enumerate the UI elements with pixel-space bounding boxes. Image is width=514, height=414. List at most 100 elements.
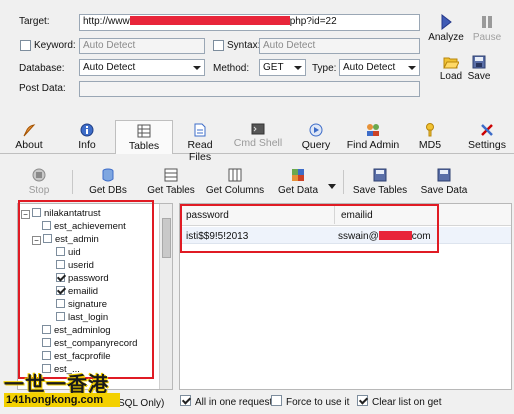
- clear-list-label: Clear list on get: [372, 397, 442, 408]
- keyword-label: Keyword:: [34, 40, 76, 51]
- chevron-down-icon: [408, 66, 416, 70]
- toolbar-separator: [72, 170, 73, 194]
- table-icon: [164, 168, 178, 182]
- database-select-value: Auto Detect: [83, 62, 136, 73]
- type-select-value: Auto Detect: [343, 62, 396, 73]
- syntax-input[interactable]: Auto Detect: [259, 38, 420, 54]
- target-label: Target:: [19, 16, 50, 27]
- scrollbar-thumb[interactable]: [162, 218, 171, 258]
- database-icon: [102, 168, 114, 182]
- tree-scrollbar[interactable]: [159, 204, 172, 389]
- type-select[interactable]: Auto Detect: [339, 59, 420, 76]
- method-label: Method:: [213, 63, 250, 74]
- chevron-down-icon: [193, 66, 201, 70]
- force-checkbox[interactable]: [271, 395, 282, 406]
- keyword-input[interactable]: Auto Detect: [79, 38, 205, 54]
- highlight-box-grid: [180, 204, 439, 253]
- tab-about-label: About: [15, 139, 43, 151]
- file-icon: [194, 123, 206, 137]
- key-icon: [426, 123, 434, 137]
- database-select[interactable]: Auto Detect: [79, 59, 205, 76]
- type-label: Type:: [312, 63, 337, 74]
- chevron-down-icon: [294, 66, 302, 70]
- play-icon: [441, 14, 452, 30]
- tab-settings-label: Settings: [468, 139, 506, 151]
- postdata-input[interactable]: [79, 81, 420, 97]
- all-in-one-checkbox[interactable]: [180, 395, 191, 406]
- force-label: Force to use it: [286, 397, 350, 408]
- tab-tables[interactable]: Tables: [115, 120, 173, 154]
- tab-about[interactable]: About: [10, 120, 48, 154]
- tab-cmd-shell-label: Cmd Shell: [233, 137, 283, 149]
- clear-list-checkbox[interactable]: [357, 395, 368, 406]
- pause-icon: [482, 16, 492, 28]
- get-data-button-label: Get Data: [277, 185, 319, 196]
- info-icon: [80, 123, 94, 137]
- get-tables-button-label: Get Tables: [147, 185, 195, 196]
- stop-button[interactable]: Stop: [24, 168, 54, 196]
- stop-button-label: Stop: [28, 185, 50, 196]
- tab-find-admin[interactable]: Find Admin: [345, 120, 401, 154]
- get-data-button[interactable]: Get Data: [276, 168, 320, 196]
- analyze-button-label: Analyze: [428, 32, 464, 43]
- database-label: Database:: [19, 63, 65, 74]
- floppy-icon: [472, 55, 486, 69]
- tab-md5-label: MD5: [418, 139, 442, 151]
- get-dbs-button-label: Get DBs: [89, 185, 127, 196]
- save-tables-button-label: Save Tables: [352, 185, 408, 196]
- target-url-prefix: http://www: [83, 16, 130, 27]
- save-data-button[interactable]: Save Data: [419, 168, 469, 196]
- feather-icon: [23, 124, 36, 137]
- toolbar-separator: [343, 170, 344, 194]
- save-data-button-label: Save Data: [420, 185, 468, 196]
- postdata-label: Post Data:: [19, 83, 66, 94]
- tab-info[interactable]: Info: [70, 120, 104, 154]
- target-url-suffix: php?id=22: [289, 16, 337, 27]
- tab-info-label: Info: [78, 139, 96, 151]
- watermark-logo-domain: 141hongkong.com: [4, 393, 120, 407]
- syntax-checkbox[interactable]: [213, 40, 224, 51]
- console-icon: [251, 123, 265, 135]
- query-icon: [309, 123, 323, 137]
- tab-tables-label: Tables: [128, 140, 160, 152]
- people-icon: [367, 124, 379, 136]
- tab-find-admin-label: Find Admin: [346, 139, 400, 151]
- load-button-label: Load: [439, 71, 463, 82]
- pause-button[interactable]: Pause: [470, 14, 504, 43]
- get-columns-button[interactable]: Get Columns: [204, 168, 266, 196]
- columns-icon: [228, 168, 242, 182]
- get-columns-button-label: Get Columns: [205, 185, 265, 196]
- partial-option-label: SQL Only): [118, 398, 165, 409]
- tab-read-files-label: Read Files: [187, 139, 213, 163]
- data-grid-icon: [292, 169, 304, 181]
- tab-cmd-shell[interactable]: Cmd Shell: [233, 120, 283, 154]
- tab-query-label: Query: [301, 139, 331, 151]
- tab-query[interactable]: Query: [300, 120, 332, 154]
- floppy-icon: [437, 168, 451, 182]
- floppy-icon: [373, 168, 387, 182]
- get-dbs-button[interactable]: Get DBs: [86, 168, 130, 196]
- method-select[interactable]: GET: [259, 59, 306, 76]
- save-button-label: Save: [467, 71, 491, 82]
- highlight-box-tree: [18, 200, 154, 379]
- save-tables-button[interactable]: Save Tables: [352, 168, 408, 196]
- tools-icon: [481, 124, 493, 136]
- method-select-value: GET: [263, 62, 284, 73]
- target-url-field[interactable]: http://www php?id=22: [79, 14, 420, 31]
- pause-button-label: Pause: [472, 32, 502, 43]
- tab-read-files[interactable]: Read Files: [176, 120, 224, 163]
- load-button[interactable]: Load: [437, 55, 465, 82]
- table-icon: [137, 124, 151, 138]
- tab-settings[interactable]: Settings: [467, 120, 507, 154]
- save-button[interactable]: Save: [466, 55, 492, 82]
- folder-open-icon: [443, 57, 459, 69]
- stop-icon: [32, 168, 46, 182]
- all-in-one-label: All in one request.: [195, 397, 276, 408]
- syntax-label: Syntax:: [227, 40, 261, 51]
- tab-md5[interactable]: MD5: [417, 120, 443, 154]
- chevron-down-icon[interactable]: [328, 184, 336, 189]
- redacted-domain: [129, 16, 290, 25]
- get-tables-button[interactable]: Get Tables: [145, 168, 197, 196]
- keyword-checkbox[interactable]: [20, 40, 31, 51]
- analyze-button[interactable]: Analyze: [426, 14, 466, 43]
